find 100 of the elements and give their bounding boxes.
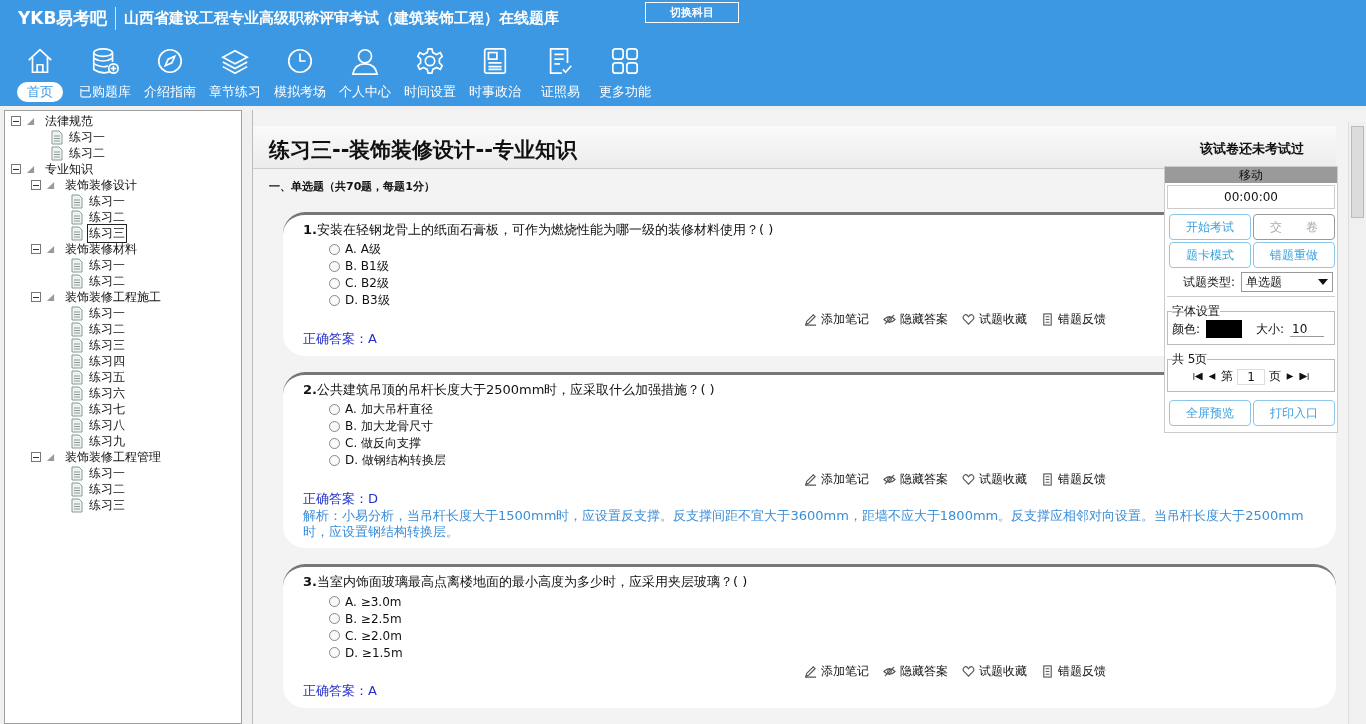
- document-icon: [71, 225, 83, 241]
- document-icon: [71, 337, 83, 353]
- clock-icon[interactable]: [285, 46, 315, 76]
- radio-button[interactable]: [329, 455, 340, 466]
- option-text[interactable]: B. B1级: [345, 258, 389, 275]
- eye-icon[interactable]: [883, 665, 896, 678]
- color-label: 颜色:: [1172, 320, 1201, 338]
- first-page-icon[interactable]: [1193, 372, 1203, 381]
- action-link[interactable]: 添加笔记: [821, 663, 869, 680]
- next-page-icon[interactable]: [1285, 372, 1295, 381]
- section-heading: 一、单选题（共70题，每题1分）: [268, 179, 436, 195]
- document-icon[interactable]: [1041, 473, 1054, 486]
- move-handle[interactable]: 移动: [1165, 167, 1337, 183]
- document-icon: [71, 305, 83, 321]
- triangle-icon: [46, 292, 55, 302]
- pencil-icon[interactable]: [804, 473, 817, 486]
- option-text[interactable]: A. 加大吊杆直径: [345, 401, 433, 418]
- action-link[interactable]: 隐藏答案: [900, 311, 948, 328]
- size-field[interactable]: 10: [1290, 321, 1325, 337]
- question-text: 3.当室内饰面玻璃最高点离楼地面的最小高度为多少时，应采用夹层玻璃？( ): [303, 573, 748, 591]
- tree-item[interactable]: 练习三: [87, 223, 127, 243]
- option-text[interactable]: C. ≥2.0m: [345, 628, 402, 643]
- option-text[interactable]: D. B3级: [345, 292, 390, 309]
- radio-button[interactable]: [329, 278, 340, 289]
- gear-icon[interactable]: [415, 46, 445, 76]
- document-icon: [71, 497, 83, 513]
- pencil-icon[interactable]: [804, 665, 817, 678]
- scrollbar[interactable]: [1348, 122, 1366, 724]
- last-page-icon[interactable]: [1299, 372, 1309, 381]
- option-text[interactable]: B. ≥2.5m: [345, 611, 402, 626]
- action-link[interactable]: 错题反馈: [1058, 663, 1106, 680]
- document-icon[interactable]: [1041, 665, 1054, 678]
- document-icon: [71, 385, 83, 401]
- collapse-toggle[interactable]: [11, 116, 21, 126]
- page-count-legend: 共 5页: [1172, 351, 1208, 368]
- action-link[interactable]: 添加笔记: [821, 471, 869, 488]
- document-icon: [71, 273, 83, 289]
- document-icon: [71, 401, 83, 417]
- radio-button[interactable]: [329, 613, 340, 624]
- page-prefix: 第: [1221, 368, 1233, 385]
- type-label: 试题类型:: [1183, 273, 1236, 291]
- option-text[interactable]: D. ≥1.5m: [345, 645, 403, 660]
- radio-button[interactable]: [329, 630, 340, 641]
- radio-button[interactable]: [329, 404, 340, 415]
- home-icon[interactable]: [25, 46, 55, 76]
- radio-button[interactable]: [329, 421, 340, 432]
- page-field[interactable]: 1: [1237, 368, 1265, 385]
- database-icon[interactable]: [90, 46, 120, 76]
- document-icon: [71, 353, 83, 369]
- type-select[interactable]: 单选题: [1241, 272, 1333, 292]
- heart-icon[interactable]: [962, 473, 975, 486]
- correct-answer: 正确答案：A: [303, 330, 378, 348]
- triangle-icon: [26, 164, 35, 174]
- radio-button[interactable]: [329, 438, 340, 449]
- triangle-icon: [26, 116, 35, 126]
- document-icon: [71, 465, 83, 481]
- action-link[interactable]: 隐藏答案: [900, 471, 948, 488]
- option-text[interactable]: C. B2级: [345, 275, 389, 292]
- eye-icon[interactable]: [883, 473, 896, 486]
- action-link[interactable]: 试题收藏: [979, 663, 1027, 680]
- option-text[interactable]: A. A级: [345, 241, 381, 258]
- action-link[interactable]: 隐藏答案: [900, 663, 948, 680]
- radio-button[interactable]: [329, 647, 340, 658]
- action-link[interactable]: 添加笔记: [821, 311, 869, 328]
- document-icon[interactable]: [1041, 313, 1054, 326]
- triangle-icon: [46, 180, 55, 190]
- document-icon: [71, 433, 83, 449]
- action-link[interactable]: 试题收藏: [979, 311, 1027, 328]
- option-text[interactable]: C. 做反向支撑: [345, 435, 421, 452]
- radio-button[interactable]: [329, 295, 340, 306]
- collapse-toggle[interactable]: [11, 164, 21, 174]
- font-settings-legend: 字体设置: [1172, 303, 1220, 320]
- collapse-toggle[interactable]: [31, 452, 41, 462]
- color-swatch[interactable]: [1206, 320, 1243, 338]
- question-text: 1.安装在轻钢龙骨上的纸面石膏板，可作为燃烧性能为哪一级的装修材料使用？( ): [303, 221, 774, 239]
- option-text[interactable]: B. 加大龙骨尺寸: [345, 418, 433, 435]
- radio-button[interactable]: [329, 244, 340, 255]
- previous-page-icon[interactable]: [1207, 372, 1217, 381]
- radio-button[interactable]: [329, 596, 340, 607]
- heart-icon[interactable]: [962, 313, 975, 326]
- collapse-toggle[interactable]: [31, 292, 41, 302]
- action-link[interactable]: 错题反馈: [1058, 311, 1106, 328]
- document-icon: [71, 417, 83, 433]
- compass-icon[interactable]: [155, 46, 185, 76]
- radio-button[interactable]: [329, 261, 340, 272]
- collapse-toggle[interactable]: [31, 180, 41, 190]
- document-icon: [51, 145, 63, 161]
- pencil-icon[interactable]: [804, 313, 817, 326]
- user-icon[interactable]: [350, 46, 380, 76]
- heart-icon[interactable]: [962, 665, 975, 678]
- eye-icon[interactable]: [883, 313, 896, 326]
- action-link[interactable]: 错题反馈: [1058, 471, 1106, 488]
- collapse-toggle[interactable]: [31, 244, 41, 254]
- grid-icon[interactable]: [610, 46, 640, 76]
- action-link[interactable]: 试题收藏: [979, 471, 1027, 488]
- option-text[interactable]: D. 做钢结构转换层: [345, 452, 446, 469]
- timer: 00:00:00: [1167, 185, 1335, 209]
- option-text[interactable]: A. ≥3.0m: [345, 594, 402, 609]
- document-icon: [71, 481, 83, 497]
- app-title: 山西省建设工程专业高级职称评审考试（建筑装饰工程）在线题库: [124, 8, 560, 28]
